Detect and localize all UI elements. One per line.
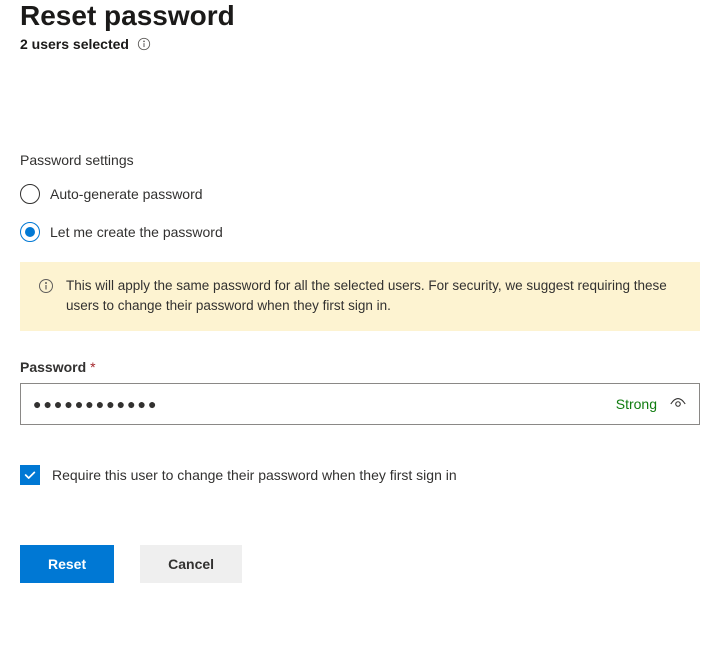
required-mark: * (90, 359, 95, 375)
notice-box: This will apply the same password for al… (20, 262, 700, 331)
subtitle-row: 2 users selected (20, 36, 700, 52)
password-label-row: Password * (20, 359, 700, 375)
button-row: Reset Cancel (20, 545, 700, 583)
notice-text: This will apply the same password for al… (66, 276, 682, 317)
reset-button[interactable]: Reset (20, 545, 114, 583)
section-label: Password settings (20, 152, 700, 168)
radio-label-auto: Auto-generate password (50, 186, 203, 202)
radio-auto-generate[interactable]: Auto-generate password (20, 184, 700, 204)
password-label: Password (20, 359, 86, 375)
radio-manual-create[interactable]: Let me create the password (20, 222, 700, 242)
require-change-row: Require this user to change their passwo… (20, 465, 700, 485)
subtitle: 2 users selected (20, 36, 129, 52)
info-icon (38, 278, 54, 294)
header: Reset password 2 users selected (20, 0, 700, 52)
radio-circle-unchecked (20, 184, 40, 204)
cancel-button[interactable]: Cancel (140, 545, 242, 583)
password-input-wrap: Strong (20, 383, 700, 425)
radio-label-manual: Let me create the password (50, 224, 223, 240)
info-icon[interactable] (137, 37, 151, 51)
require-change-label: Require this user to change their passwo… (52, 467, 457, 483)
radio-dot (25, 227, 35, 237)
radio-group: Auto-generate password Let me create the… (20, 184, 700, 242)
eye-icon[interactable] (669, 395, 687, 413)
page-title: Reset password (20, 0, 700, 32)
require-change-checkbox[interactable] (20, 465, 40, 485)
radio-circle-checked (20, 222, 40, 242)
password-strength: Strong (616, 396, 657, 412)
password-input[interactable] (33, 396, 616, 412)
